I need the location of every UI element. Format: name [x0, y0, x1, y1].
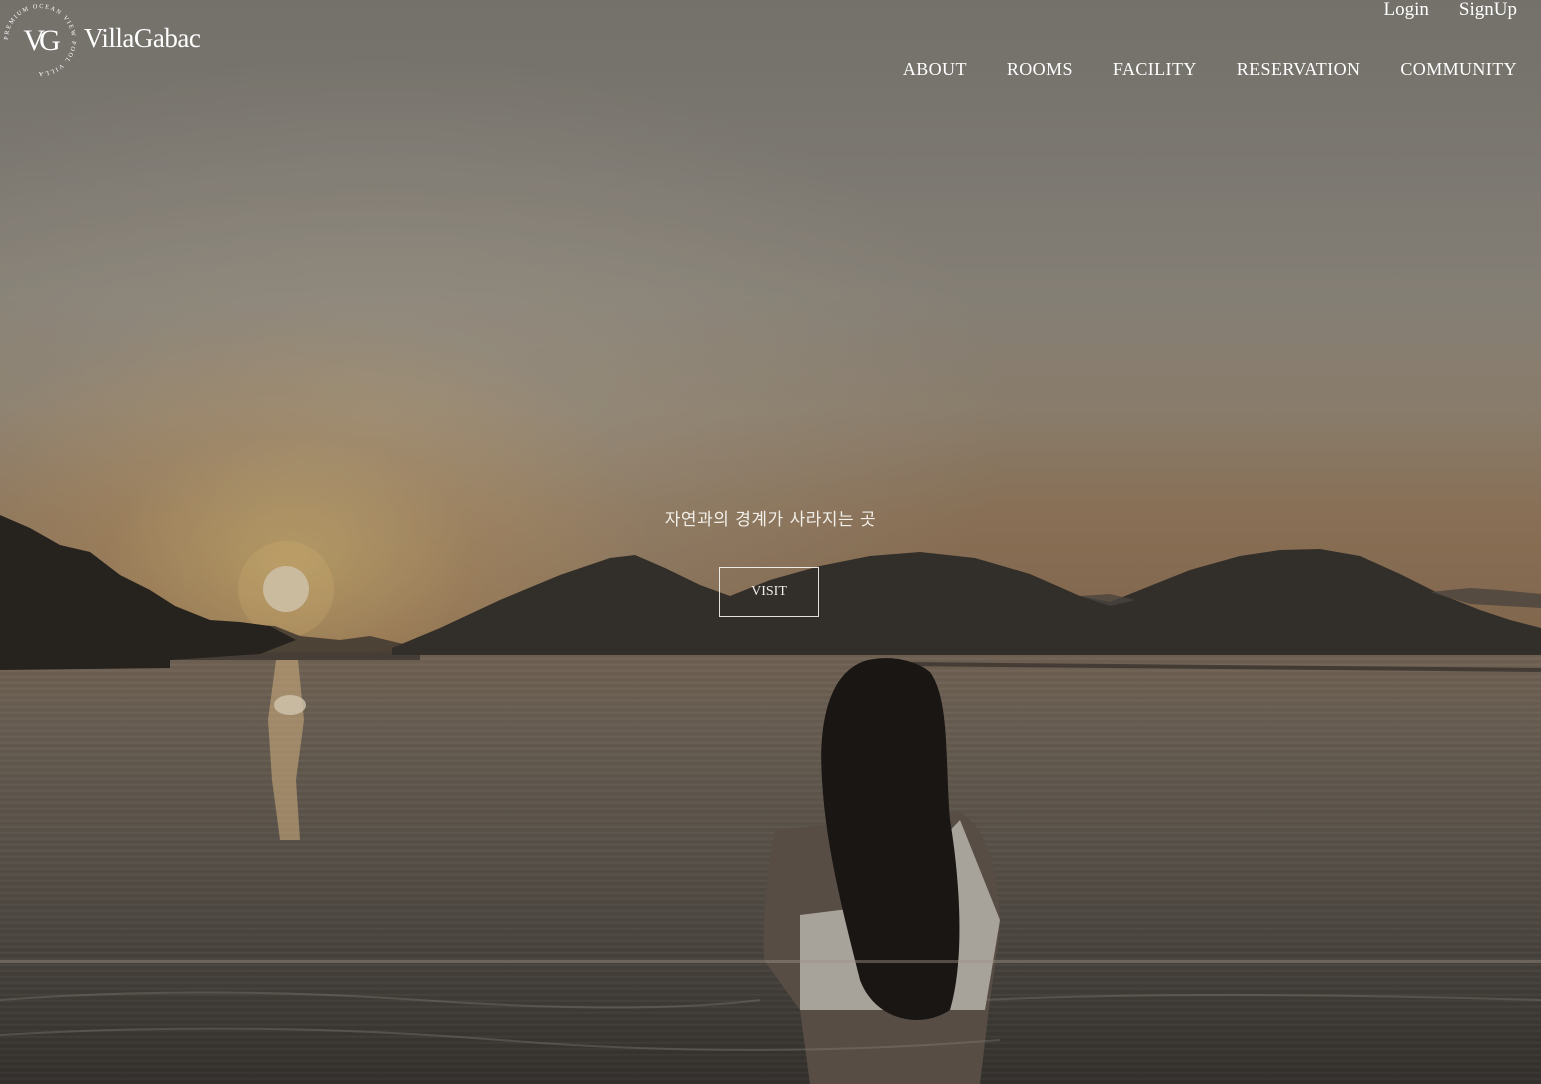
logo-badge-icon: PREMIUM OCEAN VIEW POOL VILLA VG [0, 0, 80, 80]
main-nav: ABOUT ROOMS FACILITY RESERVATION COMMUNI… [903, 57, 1517, 81]
signup-link[interactable]: SignUp [1459, 0, 1517, 20]
auth-links: Login SignUp [1384, 0, 1517, 20]
nav-item-rooms[interactable]: ROOMS [1007, 57, 1073, 81]
logo-monogram: VG [23, 24, 60, 57]
nav-item-reservation[interactable]: RESERVATION [1237, 57, 1361, 81]
hero-tagline: 자연과의 경계가 사라지는 곳 [664, 510, 877, 530]
hero-background [0, 0, 1541, 1084]
visit-button[interactable]: VISIT [719, 567, 819, 617]
nav-item-about[interactable]: ABOUT [903, 57, 967, 81]
nav-item-facility[interactable]: FACILITY [1113, 57, 1197, 81]
brand-wordmark: VillaGabac [84, 22, 201, 53]
dark-overlay [0, 0, 1541, 1084]
brand-logo[interactable]: PREMIUM OCEAN VIEW POOL VILLA VG VillaGa… [0, 0, 201, 80]
nav-item-community[interactable]: COMMUNITY [1400, 57, 1517, 81]
login-link[interactable]: Login [1384, 0, 1429, 20]
